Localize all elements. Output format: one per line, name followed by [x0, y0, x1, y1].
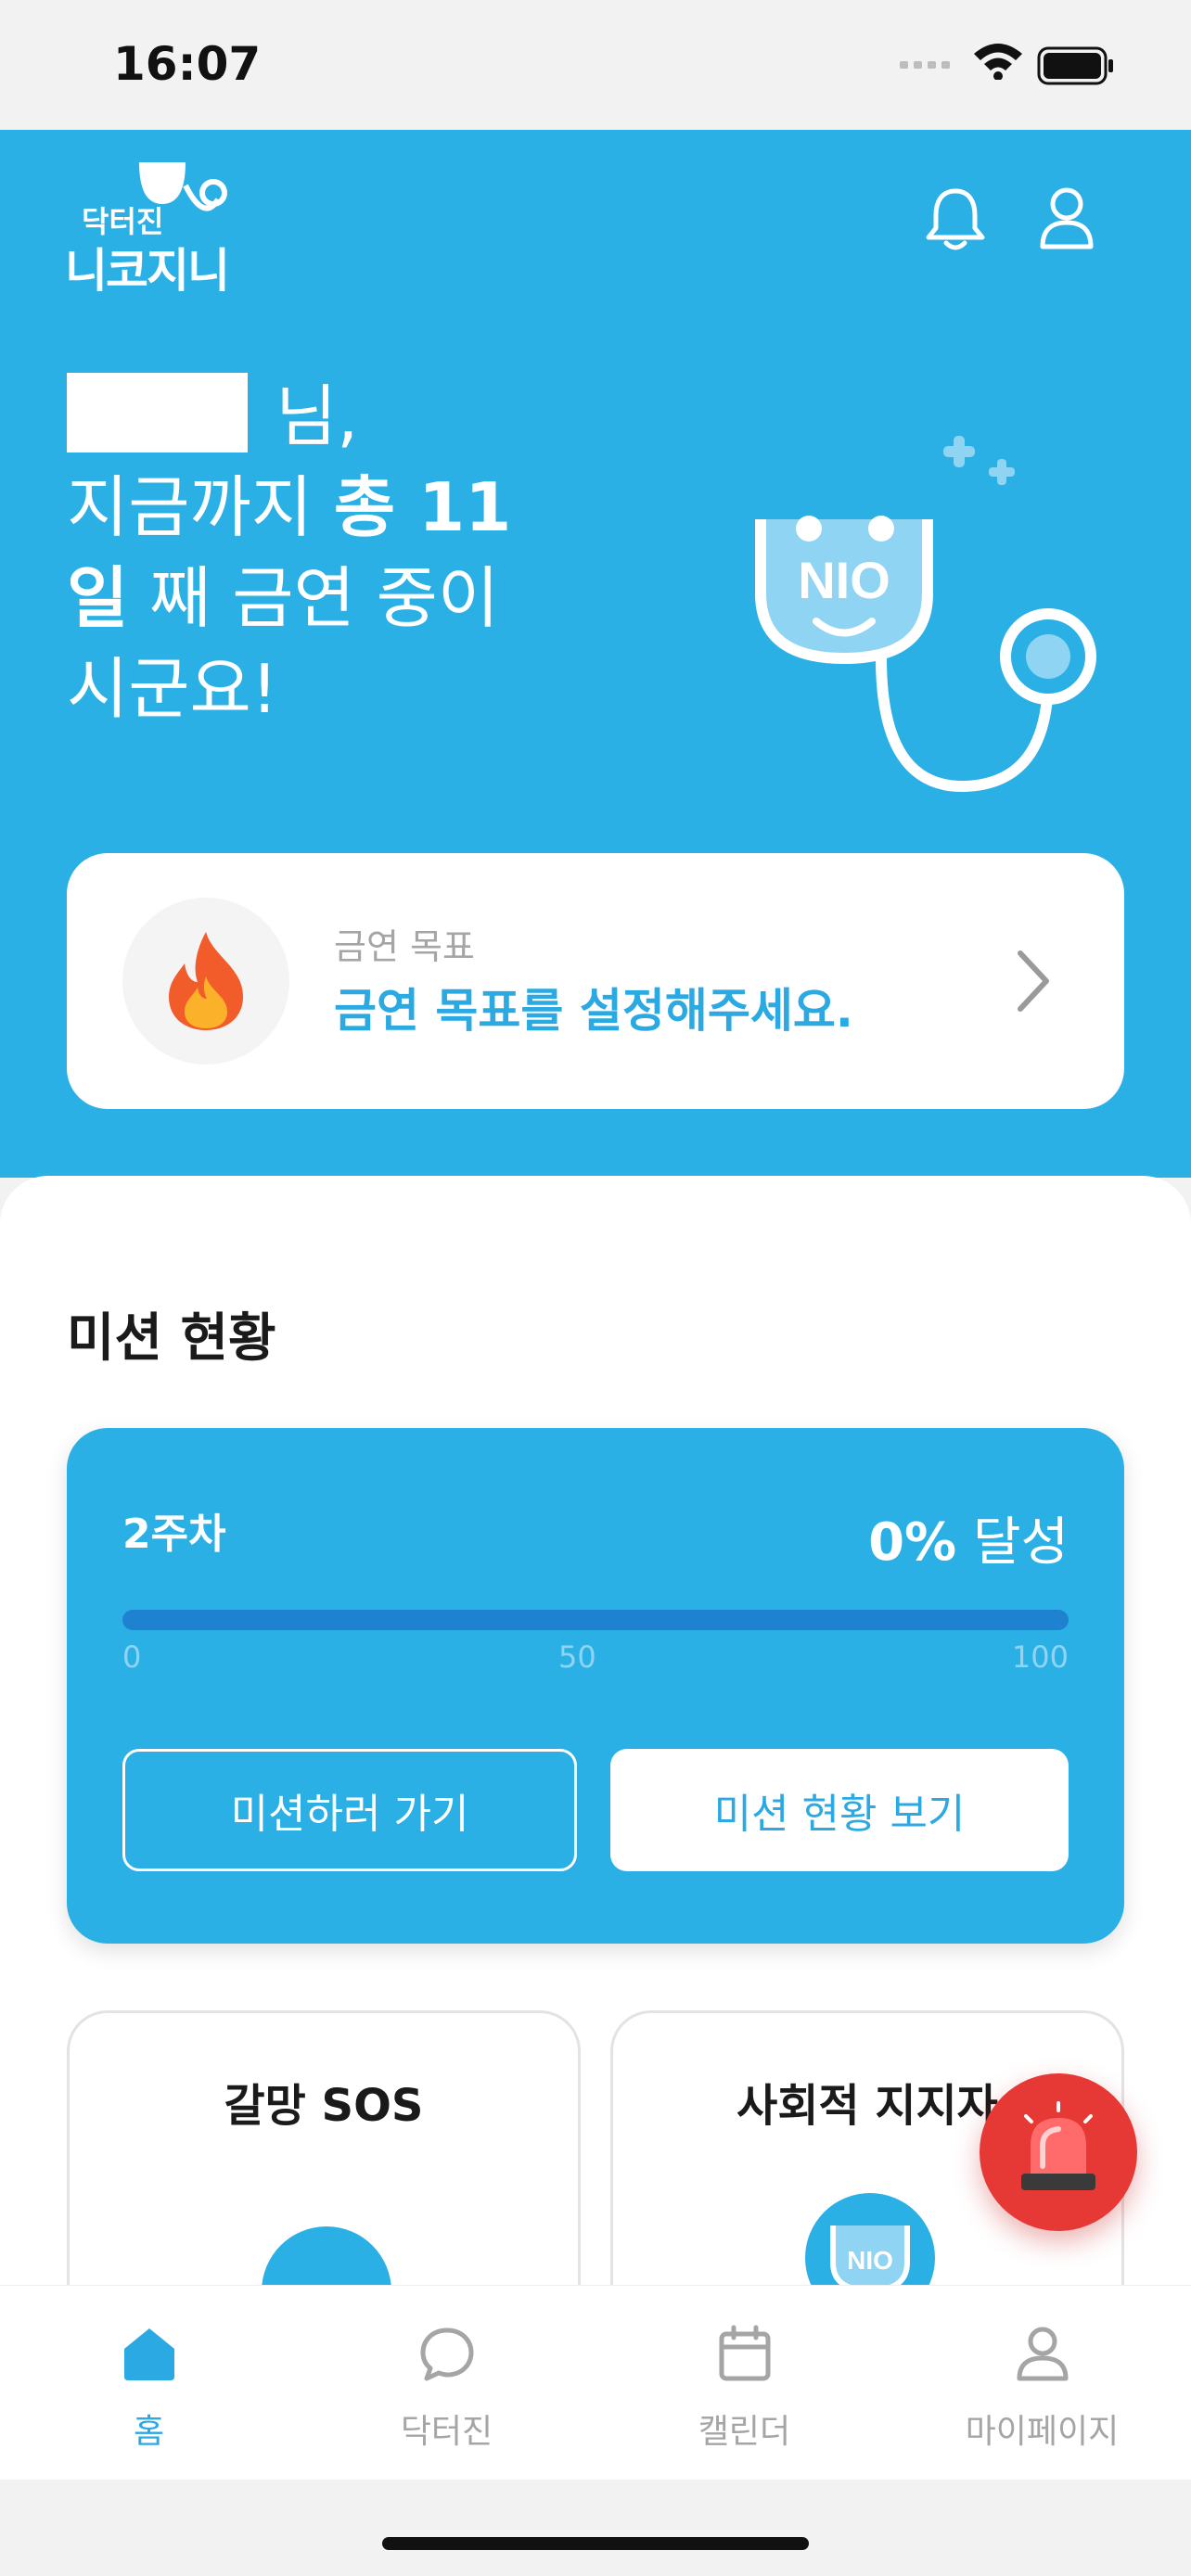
person-icon	[1017, 2327, 1069, 2381]
progress-tick-0: 0	[122, 1639, 142, 1675]
fire-icon	[169, 932, 243, 1030]
achievement-percent: 0%	[868, 1512, 957, 1573]
svg-text:NIO: NIO	[847, 2246, 893, 2275]
progress-tick-50: 50	[558, 1639, 596, 1675]
greeting-prefix: 지금까지	[67, 468, 334, 546]
bottom-tab-bar: 홈 닥터진 캘린더 마이페이지	[0, 2285, 1191, 2480]
quit-goal-card[interactable]: 금연 목표 금연 목표를 설정해주세요.	[67, 853, 1124, 1109]
tab-home-label: 홈	[133, 2413, 165, 2451]
greeting-line-3: 일 째 금연 중이	[67, 553, 511, 644]
achievement-label: 달성	[972, 1512, 1069, 1573]
tab-doctor-label: 닥터진	[400, 2413, 493, 2451]
greeting-line-3-rest: 째 금연 중이	[128, 559, 500, 637]
greeting-text: 님, 지금까지 총 11 일 째 금연 중이 시군요!	[67, 371, 511, 734]
cellular-signal-icon	[900, 61, 950, 69]
mission-section-title: 미션 현황	[67, 1308, 276, 1369]
calendar-icon	[719, 2325, 771, 2381]
svg-text:NIO: NIO	[798, 551, 890, 609]
smoke-free-days-unit: 일	[67, 559, 129, 637]
tab-mypage[interactable]: 마이페이지	[893, 2286, 1191, 2480]
progress-tick-100: 100	[1011, 1639, 1069, 1675]
greeting-line-2: 지금까지 총 11	[67, 462, 511, 553]
siren-icon	[1021, 2101, 1095, 2190]
tab-mypage-label: 마이페이지	[965, 2413, 1120, 2451]
tab-calendar[interactable]: 캘린더	[596, 2286, 893, 2480]
emergency-sos-button[interactable]	[980, 2073, 1137, 2231]
mission-achievement: 0% 달성	[868, 1500, 1069, 1575]
mission-week: 2주차	[122, 1511, 226, 1558]
greeting-suffix: 님,	[275, 377, 359, 455]
greeting-line-4: 시군요!	[67, 650, 278, 728]
chat-bubble-icon	[420, 2327, 474, 2381]
home-icon	[124, 2328, 174, 2380]
mission-status-card: 2주차 0% 달성 0 50 100 미션하러 가기 미션 현황 보기	[67, 1428, 1124, 1944]
craving-sos-title: 갈망 SOS	[224, 2080, 424, 2132]
user-name-redacted	[67, 373, 248, 453]
tab-home[interactable]: 홈	[0, 2286, 298, 2480]
greeting-line-1: 님,	[67, 371, 511, 462]
go-mission-button[interactable]: 미션하러 가기	[122, 1749, 577, 1871]
tab-calendar-label: 캘린더	[698, 2413, 791, 2451]
status-bar: 16:07	[0, 0, 1191, 130]
stethoscope-mascot-illustration: NIO	[755, 436, 1096, 793]
notification-bell-icon[interactable]	[923, 185, 988, 252]
home-indicator-area	[0, 2480, 1191, 2576]
battery-icon	[1037, 46, 1113, 85]
home-indicator[interactable]	[382, 2537, 809, 2550]
mission-progress-bar	[122, 1610, 1069, 1630]
goal-label: 금연 목표	[334, 926, 475, 967]
fire-badge	[122, 898, 289, 1065]
chevron-right-icon	[1018, 950, 1049, 1012]
profile-icon[interactable]	[1039, 185, 1095, 250]
view-mission-status-button[interactable]: 미션 현황 보기	[610, 1749, 1069, 1871]
tab-doctor[interactable]: 닥터진	[298, 2286, 596, 2480]
status-time: 16:07	[113, 37, 262, 91]
logo-text-large: 니코지니	[65, 244, 230, 298]
goal-prompt: 금연 목표를 설정해주세요.	[334, 984, 853, 1038]
wifi-icon	[974, 44, 1022, 80]
app-logo[interactable]: 닥터진 니코지니	[65, 158, 241, 298]
smoke-free-days-count: 총 11	[333, 468, 512, 546]
